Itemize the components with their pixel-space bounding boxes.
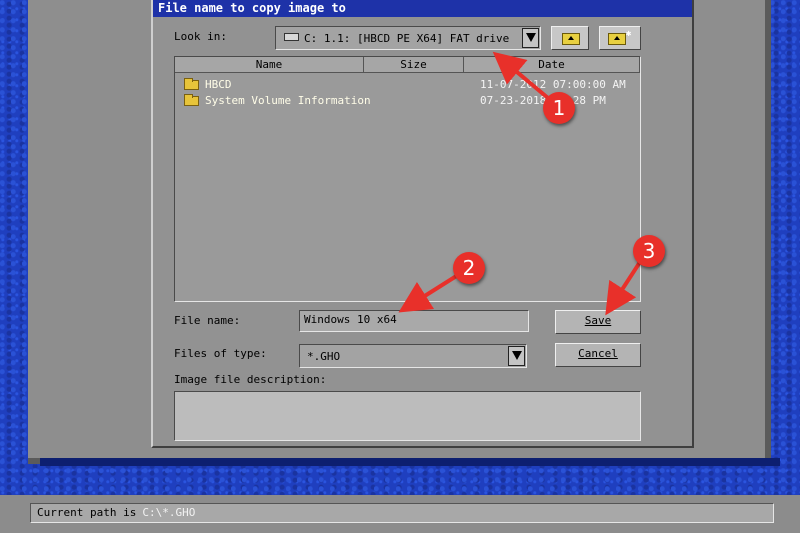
chevron-down-icon[interactable] bbox=[508, 346, 525, 366]
look-in-dropdown[interactable]: C: 1.1: [HBCD PE X64] FAT drive bbox=[275, 26, 541, 50]
callout-2: 2 bbox=[453, 252, 485, 284]
callout-1: 1 bbox=[543, 92, 575, 124]
current-path-label: Current path is bbox=[37, 506, 137, 519]
frame-shadow bbox=[40, 458, 780, 466]
look-in-value: C: 1.1: [HBCD PE X64] FAT drive bbox=[304, 32, 510, 45]
save-button-label: Save bbox=[584, 314, 612, 327]
save-dialog: File name to copy image to Look in: C: 1… bbox=[151, 0, 694, 448]
column-header-date[interactable]: Date bbox=[464, 57, 640, 73]
file-name-value: Windows 10 x64 bbox=[304, 313, 397, 326]
image-description-input[interactable] bbox=[174, 391, 641, 441]
chevron-down-icon[interactable] bbox=[522, 28, 539, 48]
new-folder-icon bbox=[608, 33, 626, 45]
cancel-button[interactable]: Cancel bbox=[555, 343, 641, 367]
folder-icon bbox=[184, 78, 199, 90]
folder-icon bbox=[184, 94, 199, 106]
item-date: 11-07-2012 07:00:00 AM bbox=[480, 78, 626, 91]
status-bar: Current path is C:\*.GHO bbox=[0, 495, 800, 533]
files-of-type-dropdown[interactable]: *.GHO bbox=[299, 344, 527, 368]
dialog-title: File name to copy image to bbox=[153, 0, 692, 17]
image-description-label: Image file description: bbox=[174, 373, 327, 386]
column-header-size[interactable]: Size bbox=[364, 57, 464, 73]
column-header-name[interactable]: Name bbox=[175, 57, 364, 73]
list-item[interactable]: HBCD 11-07-2012 07:00:00 AM bbox=[184, 77, 634, 92]
item-name: System Volume Information bbox=[205, 94, 371, 107]
up-folder-icon bbox=[562, 33, 580, 45]
look-in-label: Look in: bbox=[174, 30, 227, 43]
callout-3: 3 bbox=[633, 235, 665, 267]
drive-icon bbox=[284, 33, 299, 41]
item-name: HBCD bbox=[205, 78, 232, 91]
file-name-input[interactable]: Windows 10 x64 bbox=[299, 310, 529, 332]
current-path-field: Current path is C:\*.GHO bbox=[30, 503, 774, 523]
files-of-type-value: *.GHO bbox=[307, 350, 341, 363]
new-folder-button[interactable]: ✱ bbox=[599, 26, 641, 50]
current-path-value: C:\*.GHO bbox=[142, 506, 196, 519]
file-list[interactable]: Name Size Date HBCD 11-07-2012 07:00:00 … bbox=[174, 56, 641, 302]
file-name-label: File name: bbox=[174, 314, 241, 327]
files-of-type-label: Files of type: bbox=[174, 347, 267, 360]
up-one-level-button[interactable] bbox=[551, 26, 589, 50]
cancel-button-label: Cancel bbox=[578, 347, 618, 360]
save-button[interactable]: Save bbox=[555, 310, 641, 334]
